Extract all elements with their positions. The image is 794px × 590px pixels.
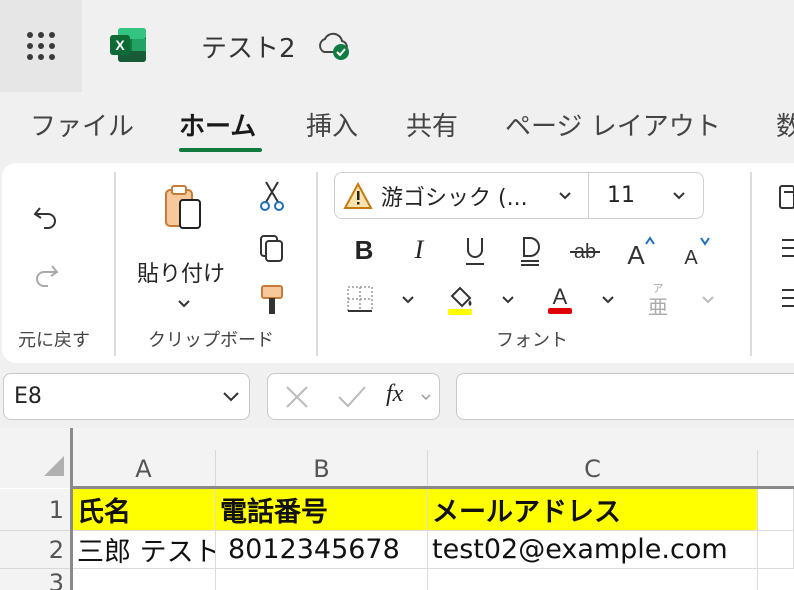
cancel-entry-icon[interactable] [283,384,311,410]
copy-icon[interactable] [259,234,285,264]
redo-icon[interactable] [30,258,62,290]
undo-icon[interactable] [30,200,62,232]
svg-text:ア: ア [653,282,664,295]
chevron-down-icon[interactable] [700,294,716,306]
tab-insert[interactable]: 挿入 [306,106,358,143]
decrease-font-size-icon[interactable]: A [681,232,717,268]
select-all-button[interactable] [0,428,72,488]
svg-text:A: A [553,284,568,309]
cell-c2[interactable]: test02@example.com [428,531,758,569]
cut-icon[interactable] [257,180,287,212]
name-box-value: E8 [14,384,42,409]
borders-icon[interactable] [345,284,375,314]
select-all-triangle-icon [44,456,64,476]
cell-a3[interactable] [73,569,216,590]
formula-input[interactable] [456,373,794,420]
cell-d1[interactable] [758,489,794,531]
group-divider [316,172,318,356]
cell-a2[interactable]: 三郎 テスト [73,531,216,569]
font-size-value: 11 [607,183,635,208]
svg-text:亜: 亜 [648,295,668,318]
wrap-text-icon[interactable] [776,184,794,212]
column-header-a[interactable]: A [72,450,216,488]
bold-icon[interactable]: B [350,234,378,266]
cell-a1[interactable]: 氏名 [73,489,216,531]
waffle-icon [27,32,55,60]
column-header-strip [72,428,794,450]
cell-b1[interactable]: 電話番号 [216,489,428,531]
italic-icon[interactable]: I [405,234,433,266]
tab-page-layout[interactable]: ページ レイアウト [505,106,721,143]
svg-text:A: A [627,240,645,268]
font-name-value: 游ゴシック (... [381,185,528,211]
paste-label[interactable]: 貼り付け [137,256,225,288]
phonetic-guide-icon[interactable]: ア 亜 [643,280,673,318]
name-box[interactable]: E8 [3,373,250,420]
tab-share[interactable]: 共有 [406,106,458,143]
cell-b3[interactable] [216,569,428,590]
active-tab-indicator [179,148,262,152]
confirm-entry-icon[interactable] [336,384,368,410]
formula-actions: fx [267,373,440,420]
chevron-down-icon[interactable] [222,391,240,403]
chevron-down-icon[interactable] [400,294,416,306]
chevron-down-icon[interactable] [600,294,616,306]
column-header-c[interactable]: C [428,450,758,488]
font-name-dropdown[interactable]: 游ゴシック (... [334,172,590,219]
clipboard-group-label: クリップボード [148,330,274,351]
paste-icon[interactable] [160,184,208,234]
increase-font-size-icon[interactable]: A [624,232,660,268]
row-header-3[interactable]: 3 [0,569,72,590]
column-header-b[interactable]: B [216,450,428,488]
undo-group-label: 元に戻す [18,330,90,351]
font-color-icon[interactable]: A [545,282,575,316]
svg-text:A: A [684,247,698,268]
document-title[interactable]: テスト2 [201,28,296,65]
chevron-down-icon[interactable] [420,393,432,403]
insert-function-icon[interactable]: fx [386,381,403,408]
cell-c1[interactable]: メールアドレス [428,489,758,531]
tab-file[interactable]: ファイル [30,106,134,143]
tab-home[interactable]: ホーム [179,106,256,143]
chevron-down-icon[interactable] [176,298,192,310]
underline-icon[interactable] [461,234,489,268]
font-size-dropdown[interactable]: 11 [588,172,704,219]
chevron-down-icon[interactable] [500,294,516,306]
double-underline-icon[interactable] [516,234,544,268]
column-header-d[interactable] [758,450,794,488]
svg-text:X: X [115,37,125,53]
row-header-1[interactable]: 1 [0,489,72,531]
font-group-label: フォント [496,330,568,351]
align-left-icon[interactable] [780,286,794,310]
fill-color-icon[interactable] [444,282,476,316]
group-divider [114,172,116,356]
cell-b2[interactable]: 8012345678 [216,531,428,569]
cell-d2[interactable] [758,531,794,569]
tab-formulas[interactable]: 数 [776,106,794,143]
row-header-2[interactable]: 2 [0,531,72,569]
app-launcher-button[interactable] [0,0,82,92]
chevron-down-icon [673,192,685,200]
format-painter-icon[interactable] [259,284,285,318]
group-divider [750,172,752,356]
warning-icon [343,181,373,209]
chevron-down-icon [559,192,571,200]
cell-c3[interactable] [428,569,758,590]
align-top-icon[interactable] [780,236,794,260]
cloud-saved-icon[interactable] [316,30,354,62]
strikethrough-icon[interactable]: ab [568,234,602,268]
excel-logo-icon: X [110,28,146,62]
